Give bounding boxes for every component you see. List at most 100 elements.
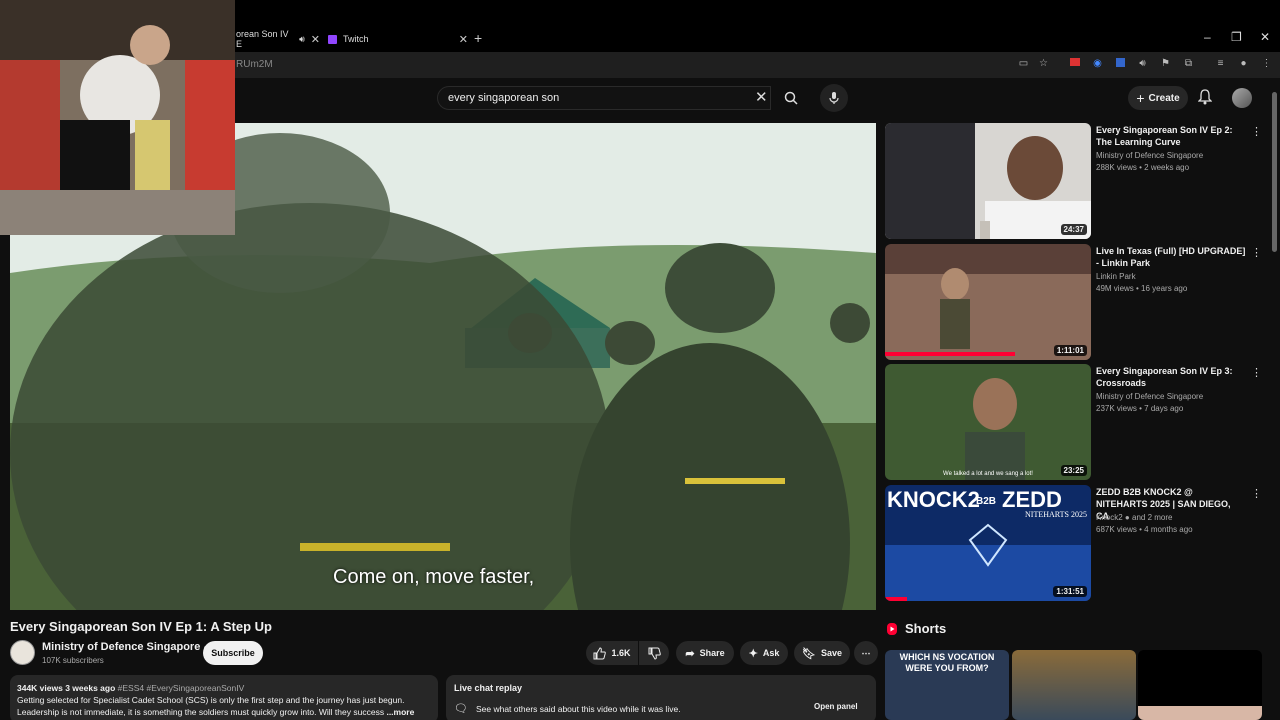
channel-extra[interactable]: and 2 more [1132,513,1172,522]
channel-name[interactable]: Linkin Park [1096,272,1136,281]
thumbnail-image: We talked a lot and we sang a lot! [885,364,1091,480]
tab-every-singaporean-son[interactable]: orean Son IV E 🔊︎ ✕ [236,28,320,50]
url-text[interactable]: RUm2M [236,59,273,70]
clear-search-icon[interactable]: ✕ [755,88,768,106]
bookmark-star-icon[interactable]: ☆ [1037,58,1050,71]
video-thumbnail[interactable]: KNOCK2 B2B ZEDD NITEHARTS 2025 1:31:51 [885,485,1091,601]
description-box[interactable]: 344K views 3 weeks ago #ESS4 #EverySinga… [10,675,438,720]
recommendation-item[interactable]: 1:11:01 Live In Texas (Full) [HD UPGRADE… [885,244,1265,362]
view-meta: 344K views 3 weeks ago [17,683,116,693]
extension-icon[interactable]: ≡ [1214,58,1227,71]
video-title[interactable]: Every Singaporean Son IV Ep 3: Crossroad… [1096,365,1246,389]
video-caption: Come on, move faster, [333,566,535,588]
description-line: Getting selected for Specialist Cadet Sc… [17,695,405,705]
speaker-icon[interactable]: 🔊︎ [1136,58,1149,71]
speaker-icon[interactable]: 🔊︎ [299,34,305,45]
more-actions-button[interactable]: ⋯ [854,641,878,665]
extension-icon[interactable]: ◉ [1091,58,1104,71]
plus-icon: + [1136,90,1145,106]
puzzle-icon[interactable]: ⧉ [1182,58,1195,71]
channel-name[interactable]: Ministry of Defence Singapore [1096,392,1203,401]
bookmark-icon: 🔖︎ [802,647,816,660]
minimize-button[interactable]: – [1204,30,1211,44]
thumbs-down-icon [648,647,661,660]
channel-name-text[interactable]: Ministry of Defence Singapore [42,641,200,653]
tab-twitch[interactable]: Twitch ✕ [322,28,468,50]
like-button[interactable]: 1.6K [586,641,638,665]
live-chat-panel: Live chat replay 🗨︎ See what others said… [446,675,876,720]
microphone-icon [829,92,839,104]
video-title[interactable]: Live In Texas (Full) [HD UPGRADE] - Link… [1096,245,1246,269]
short-item[interactable]: WHICH NS VOCATION WERE YOU FROM? [885,650,1009,720]
new-tab-button[interactable]: + [474,30,482,46]
open-panel-button[interactable]: Open panel [814,702,858,711]
close-window-button[interactable]: ✕ [1260,30,1270,44]
webcam-overlay [0,0,235,235]
save-button[interactable]: 🔖︎ Save [794,641,850,665]
close-icon[interactable]: ✕ [311,33,320,46]
restore-button[interactable]: ❐ [1231,30,1242,44]
video-duration: 24:37 [1060,224,1087,235]
create-button[interactable]: + Create [1128,86,1188,110]
search-icon [784,91,798,105]
live-chat-text: See what others said about this video wh… [475,703,681,714]
thumbnail-image [885,123,1091,239]
kebab-menu-icon[interactable]: ⋮ [1260,58,1273,71]
shorts-heading: Shorts [905,621,947,636]
kebab-menu-icon[interactable]: ⋮ [1251,487,1262,500]
sparkle-icon: ✦ [748,647,758,660]
thumbnail-text: KNOCK2 [887,487,980,512]
kebab-menu-icon[interactable]: ⋮ [1251,366,1262,379]
ask-button[interactable]: ✦ Ask [740,641,788,665]
channel-name-text[interactable]: Knock2 [1096,513,1123,522]
description-line: Leadership is not immediate, it is somet… [17,707,385,717]
hashtags[interactable]: #ESS4 #EverySingaporeanSonIV [118,683,245,693]
channel-name[interactable]: Knock2 ● and 2 more [1096,513,1172,522]
recommendation-item[interactable]: KNOCK2 B2B ZEDD NITEHARTS 2025 1:31:51 Z… [885,485,1265,603]
profile-icon[interactable]: ● [1237,58,1250,71]
extension-icon[interactable] [1068,58,1081,71]
video-thumbnail[interactable]: 1:11:01 [885,244,1091,360]
shorts-icon [886,622,898,636]
show-more-link[interactable]: ...more [386,707,414,717]
kebab-menu-icon[interactable]: ⋮ [1251,125,1262,138]
video-thumbnail[interactable]: We talked a lot and we sang a lot! 23:25 [885,364,1091,480]
share-button[interactable]: ➦ Share [676,641,734,665]
short-item[interactable] [1138,650,1262,720]
channel-avatar[interactable] [10,640,35,665]
search-value: every singaporean son [448,92,560,104]
search-input[interactable]: every singaporean son [437,86,771,110]
video-title[interactable]: Every Singaporean Son IV Ep 2: The Learn… [1096,124,1246,148]
recommendation-item[interactable]: We talked a lot and we sang a lot! 23:25… [885,364,1265,482]
extension-icon[interactable] [1114,58,1127,71]
more-horizontal-icon: ⋯ [861,647,871,658]
video-meta: 237K views • 7 days ago [1096,404,1184,413]
voice-search-button[interactable] [820,84,848,112]
ask-label: Ask [762,648,780,658]
page-scrollbar[interactable] [1272,92,1277,252]
short-item[interactable] [1012,650,1136,720]
extension-icon[interactable]: ⚑ [1159,58,1172,71]
thumbnail-subtitle: We talked a lot and we sang a lot! [943,471,1033,477]
twitch-icon [328,34,337,44]
chat-icon: 🗨︎ [454,703,468,715]
dislike-button[interactable] [639,641,669,665]
close-icon[interactable]: ✕ [459,33,468,46]
share-icon: ➦ [685,647,695,660]
notifications-button[interactable] [1198,89,1212,105]
video-meta: 288K views • 2 weeks ago [1096,163,1190,172]
subscribe-button[interactable]: Subscribe [203,641,263,665]
save-label: Save [820,648,842,658]
channel-name[interactable]: Ministry of Defence Singapore [1096,151,1203,160]
search-button[interactable] [776,86,806,110]
thumbnail-image [885,244,1091,360]
video-thumbnail[interactable]: 24:37 [885,123,1091,239]
recommendation-item[interactable]: 24:37 Every Singaporean Son IV Ep 2: The… [885,123,1265,241]
cast-icon[interactable]: ▭ [1017,58,1030,71]
video-meta: 49M views • 16 years ago [1096,284,1188,293]
channel-name[interactable]: Ministry of Defence Singapore ● [42,641,208,653]
kebab-menu-icon[interactable]: ⋮ [1251,246,1262,259]
account-avatar[interactable] [1232,88,1252,108]
thumbnail-text: ZEDD [1002,487,1062,512]
video-duration: 1:11:01 [1053,345,1087,356]
